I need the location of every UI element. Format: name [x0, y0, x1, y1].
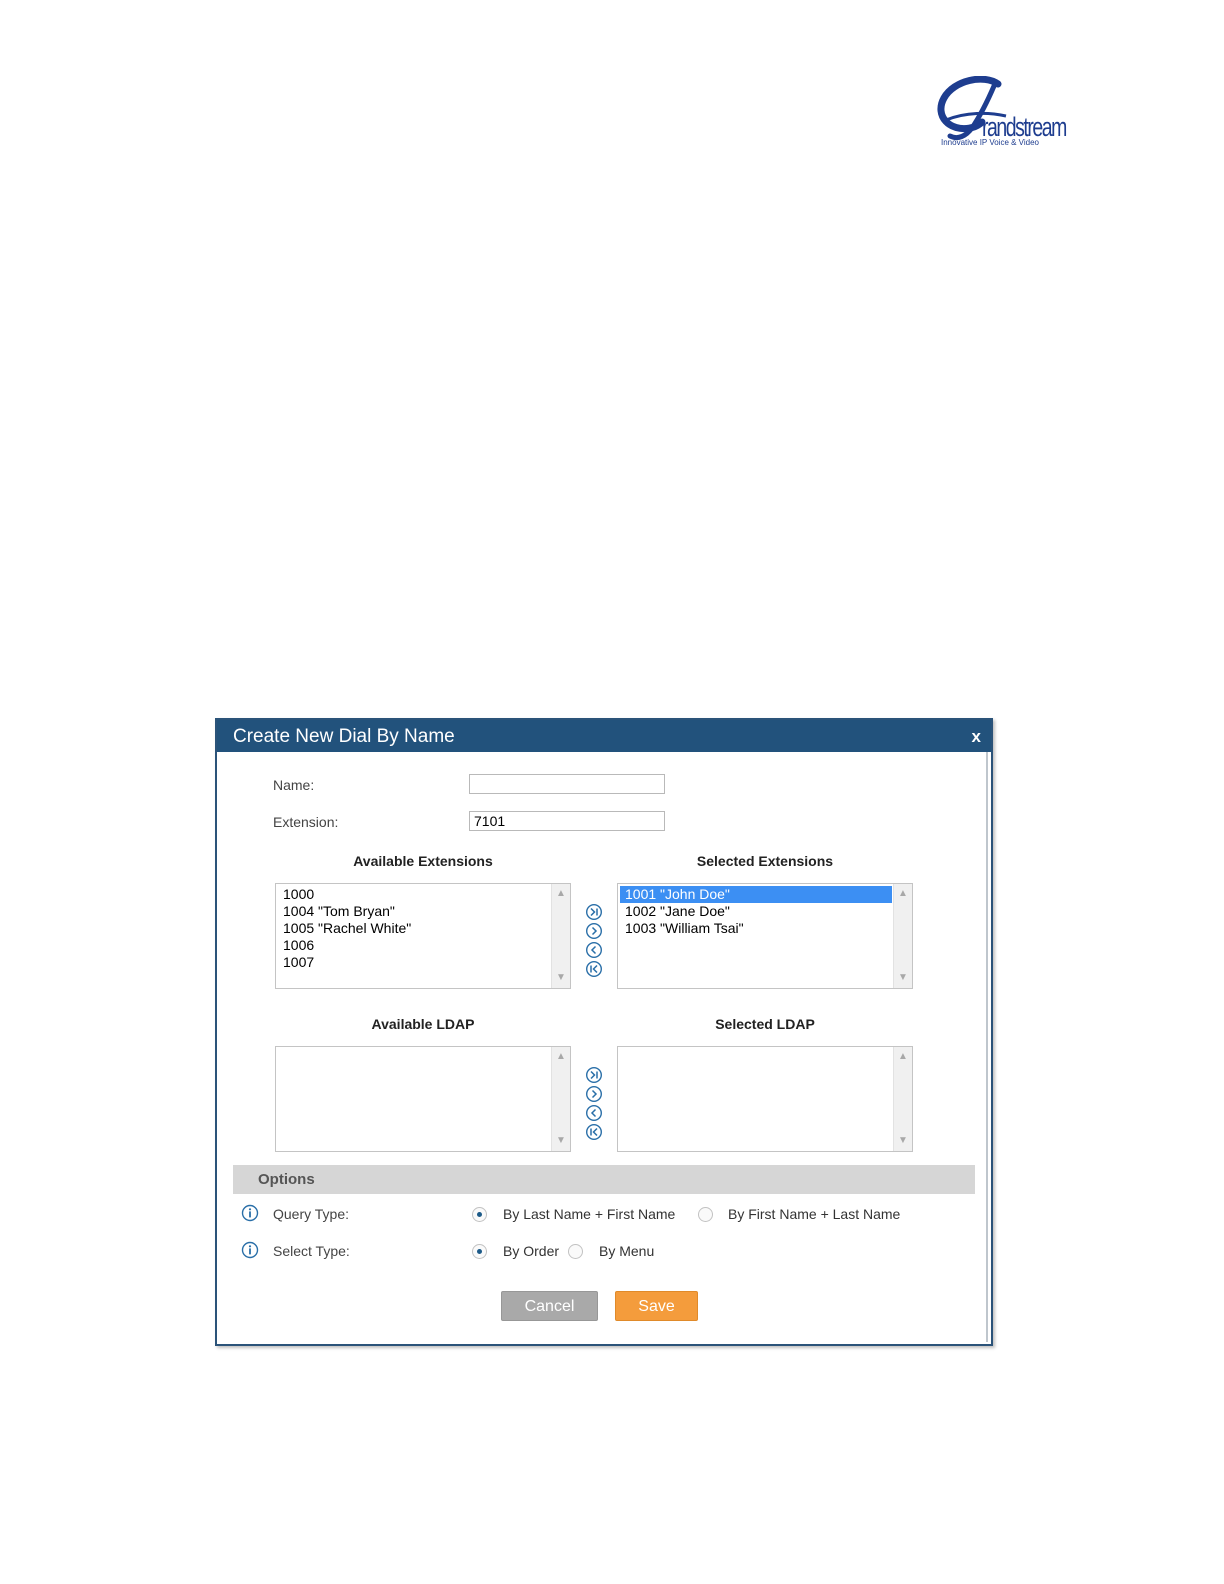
- move-right-icon[interactable]: [585, 922, 603, 940]
- available-ldap-heading: Available LDAP: [371, 1016, 475, 1032]
- radio-first-last[interactable]: [698, 1207, 713, 1222]
- move-all-right-icon[interactable]: [585, 903, 603, 921]
- radio-by-order-label: By Order: [503, 1243, 560, 1259]
- ldap-move-buttons: [585, 1066, 605, 1142]
- list-item[interactable]: 1007: [278, 954, 550, 971]
- select-type-label: Select Type:: [273, 1243, 350, 1259]
- name-input[interactable]: [469, 774, 665, 794]
- available-ldap-list[interactable]: ▲ ▼: [275, 1046, 571, 1152]
- selected-ldap-heading: Selected LDAP: [715, 1016, 815, 1032]
- scroll-down-icon[interactable]: ▼: [894, 971, 912, 985]
- cancel-button[interactable]: Cancel: [501, 1291, 598, 1321]
- list-item[interactable]: 1000: [278, 886, 550, 903]
- move-all-right-icon[interactable]: [585, 1066, 603, 1084]
- extension-move-buttons: [585, 903, 605, 979]
- list-item[interactable]: 1004 "Tom Bryan": [278, 903, 550, 920]
- scroll-up-icon[interactable]: ▲: [894, 887, 912, 901]
- list-item[interactable]: 1003 "William Tsai": [620, 920, 892, 937]
- save-button[interactable]: Save: [615, 1291, 698, 1321]
- scroll-down-icon[interactable]: ▼: [552, 1134, 570, 1148]
- name-label: Name:: [273, 777, 315, 793]
- scrollbar[interactable]: ▲ ▼: [893, 1047, 912, 1151]
- radio-by-order[interactable]: [472, 1244, 487, 1259]
- scrollbar[interactable]: ▲ ▼: [551, 1047, 570, 1151]
- list-item[interactable]: 1006: [278, 937, 550, 954]
- list-item[interactable]: 1002 "Jane Doe": [620, 903, 892, 920]
- move-all-left-icon[interactable]: [585, 1123, 603, 1141]
- move-left-icon[interactable]: [585, 1104, 603, 1122]
- move-right-icon[interactable]: [585, 1085, 603, 1103]
- available-extensions-heading: Available Extensions: [353, 853, 493, 869]
- options-section-header: Options: [233, 1165, 975, 1194]
- selected-extensions-list[interactable]: 1001 "John Doe" 1002 "Jane Doe" 1003 "Will…: [617, 883, 913, 989]
- info-icon[interactable]: [241, 1241, 259, 1259]
- scroll-up-icon[interactable]: ▲: [552, 887, 570, 901]
- scrollbar[interactable]: ▲ ▼: [551, 884, 570, 988]
- dialog-title: Create New Dial By Name: [233, 726, 455, 747]
- dialog-titlebar: Create New Dial By Name x: [217, 720, 991, 752]
- extension-input[interactable]: [469, 811, 665, 831]
- scroll-up-icon[interactable]: ▲: [552, 1050, 570, 1064]
- radio-by-menu[interactable]: [568, 1244, 583, 1259]
- radio-last-first[interactable]: [472, 1207, 487, 1222]
- list-item[interactable]: 1001 "John Doe": [620, 886, 892, 903]
- radio-last-first-label: By Last Name + First Name: [503, 1206, 676, 1222]
- list-item[interactable]: 1005 "Rachel White": [278, 920, 550, 937]
- query-type-label: Query Type:: [273, 1206, 350, 1222]
- options-title: Options: [258, 1171, 315, 1188]
- scroll-down-icon[interactable]: ▼: [552, 971, 570, 985]
- selected-extensions-heading: Selected Extensions: [696, 853, 834, 869]
- radio-by-menu-label: By Menu: [599, 1243, 655, 1259]
- close-button[interactable]: x: [972, 727, 981, 747]
- extension-label: Extension:: [273, 814, 339, 830]
- available-extensions-list[interactable]: 1000 1004 "Tom Bryan" 1005 "Rachel White" 1…: [275, 883, 571, 989]
- selected-ldap-list[interactable]: ▲ ▼: [617, 1046, 913, 1152]
- scroll-down-icon[interactable]: ▼: [894, 1134, 912, 1148]
- scroll-up-icon[interactable]: ▲: [894, 1050, 912, 1064]
- move-all-left-icon[interactable]: [585, 960, 603, 978]
- move-left-icon[interactable]: [585, 941, 603, 959]
- radio-first-last-label: By First Name + Last Name: [728, 1206, 901, 1222]
- create-dial-by-name-dialog: Create New Dial By Name x Name: Extensio…: [215, 718, 993, 1346]
- scrollbar[interactable]: ▲ ▼: [893, 884, 912, 988]
- logo-tagline: Innovative IP Voice & Video: [941, 138, 1039, 147]
- info-icon[interactable]: [241, 1204, 259, 1222]
- grandstream-logo: randstream Innovative IP Voice & Video: [936, 76, 1067, 152]
